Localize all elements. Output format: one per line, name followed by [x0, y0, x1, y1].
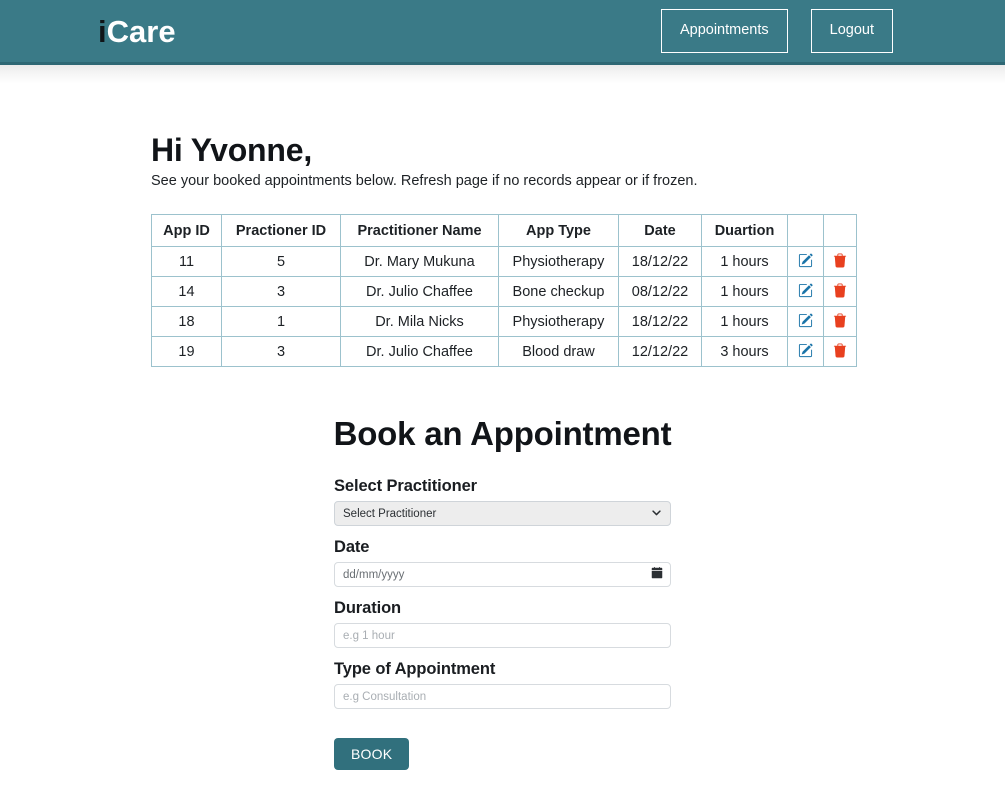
table-row: 14 3 Dr. Julio Chaffee Bone checkup 08/1…: [151, 276, 857, 307]
table-row: 18 1 Dr. Mila Nicks Physiotherapy 18/12/…: [151, 306, 857, 337]
cell-practitioner-name: Dr. Mila Nicks: [340, 306, 499, 337]
cell-app-type: Blood draw: [498, 336, 619, 367]
cell-delete[interactable]: [823, 276, 857, 307]
cell-delete[interactable]: [823, 336, 857, 367]
duration-input[interactable]: [334, 623, 671, 648]
col-header-practitioner-name: Practitioner Name: [340, 214, 499, 247]
brand-logo-i: i: [98, 13, 107, 49]
table-header-row: App ID Practioner ID Practitioner Name A…: [151, 214, 857, 247]
edit-appointment-button[interactable]: [792, 251, 819, 270]
col-header-edit: [787, 214, 824, 247]
cell-app-id: 19: [151, 336, 222, 367]
cell-app-id: 14: [151, 276, 222, 307]
cell-practitioner-id: 1: [221, 306, 341, 337]
booking-form-title: Book an Appointment: [333, 415, 672, 452]
cell-edit[interactable]: [787, 306, 824, 337]
cell-edit[interactable]: [787, 336, 824, 367]
cell-app-type: Physiotherapy: [498, 246, 619, 277]
practitioner-select-wrapper: Select Practitioner: [334, 501, 671, 526]
cell-app-type: Bone checkup: [498, 276, 619, 307]
cell-practitioner-id: 3: [221, 276, 341, 307]
col-header-delete: [823, 214, 857, 247]
cell-date: 18/12/22: [618, 306, 702, 337]
navbar-shadow: [0, 62, 1005, 84]
edit-appointment-button[interactable]: [792, 281, 819, 300]
cell-delete[interactable]: [823, 246, 857, 277]
field-appointment-type: Type of Appointment: [334, 660, 671, 709]
cell-practitioner-id: 3: [221, 336, 341, 367]
pencil-square-icon: [798, 253, 813, 268]
field-practitioner: Select Practitioner Select Practitioner: [334, 477, 671, 526]
col-header-practitioner-id: Practioner ID: [221, 214, 341, 247]
edit-appointment-button[interactable]: [792, 341, 819, 360]
cell-app-id: 18: [151, 306, 222, 337]
practitioner-select[interactable]: Select Practitioner: [334, 501, 671, 526]
cell-practitioner-id: 5: [221, 246, 341, 277]
page-subtitle: See your booked appointments below. Refr…: [151, 173, 698, 189]
cell-date: 12/12/22: [618, 336, 702, 367]
delete-appointment-button[interactable]: [828, 341, 852, 360]
col-header-duration: Duartion: [701, 214, 788, 247]
cell-date: 18/12/22: [618, 246, 702, 277]
appointments-table-wrapper: App ID Practioner ID Practitioner Name A…: [0, 189, 1005, 367]
pencil-square-icon: [798, 343, 813, 358]
col-header-app-type: App Type: [498, 214, 619, 247]
cell-duration: 3 hours: [701, 336, 788, 367]
trash-icon: [833, 343, 847, 358]
edit-appointment-button[interactable]: [792, 311, 819, 330]
cell-duration: 1 hours: [701, 276, 788, 307]
delete-appointment-button[interactable]: [828, 311, 852, 330]
booking-form-section: Book an Appointment Select Practitioner …: [0, 367, 1005, 770]
trash-icon: [833, 253, 847, 268]
cell-practitioner-name: Dr. Mary Mukuna: [340, 246, 499, 277]
appointment-type-label: Type of Appointment: [334, 660, 496, 678]
cell-practitioner-name: Dr. Julio Chaffee: [340, 276, 499, 307]
col-header-app-id: App ID: [151, 214, 222, 247]
cell-duration: 1 hours: [701, 246, 788, 277]
table-row: 11 5 Dr. Mary Mukuna Physiotherapy 18/12…: [151, 246, 857, 277]
cell-duration: 1 hours: [701, 306, 788, 337]
date-label: Date: [334, 538, 370, 556]
appointments-button[interactable]: Appointments: [660, 9, 788, 53]
nav-actions: Appointments Logout: [660, 9, 893, 53]
col-header-date: Date: [618, 214, 702, 247]
cell-date: 08/12/22: [618, 276, 702, 307]
cell-app-type: Physiotherapy: [498, 306, 619, 337]
practitioner-label: Select Practitioner: [334, 477, 477, 495]
cell-practitioner-name: Dr. Julio Chaffee: [340, 336, 499, 367]
table-row: 19 3 Dr. Julio Chaffee Blood draw 12/12/…: [151, 336, 857, 367]
trash-icon: [833, 313, 847, 328]
cell-delete[interactable]: [823, 306, 857, 337]
trash-icon: [833, 283, 847, 298]
date-input[interactable]: dd/mm/yyyy: [334, 562, 671, 587]
cell-app-id: 11: [151, 246, 222, 277]
delete-appointment-button[interactable]: [828, 281, 852, 300]
page-title: Hi Yvonne,: [151, 132, 313, 168]
top-navbar: iCare Appointments Logout: [0, 0, 1005, 65]
brand-logo-care: Care: [106, 13, 176, 49]
date-input-wrapper: dd/mm/yyyy: [334, 562, 671, 587]
appointment-type-input[interactable]: [334, 684, 671, 709]
brand-logo[interactable]: iCare: [98, 16, 176, 47]
cell-edit[interactable]: [787, 246, 824, 277]
appointments-table: App ID Practioner ID Practitioner Name A…: [151, 214, 857, 367]
book-button[interactable]: BOOK: [334, 738, 410, 770]
field-date: Date dd/mm/yyyy: [334, 538, 671, 587]
duration-label: Duration: [334, 599, 402, 617]
delete-appointment-button[interactable]: [828, 251, 852, 270]
field-duration: Duration: [334, 599, 671, 648]
logout-button[interactable]: Logout: [810, 9, 893, 53]
pencil-square-icon: [798, 313, 813, 328]
pencil-square-icon: [798, 283, 813, 298]
cell-edit[interactable]: [787, 276, 824, 307]
greeting-section: Hi Yvonne, See your booked appointments …: [0, 84, 1005, 189]
booking-form: Select Practitioner Select Practitioner …: [334, 477, 671, 770]
